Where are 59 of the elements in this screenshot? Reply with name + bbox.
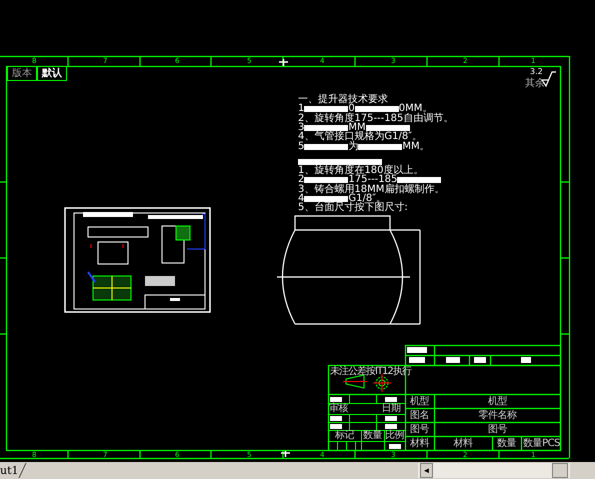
redaction-block xyxy=(521,357,531,363)
redaction-block xyxy=(366,124,410,131)
layout-tab[interactable]: 默认 xyxy=(37,67,67,81)
center-mark-icon xyxy=(279,59,288,66)
note-text: 3、铸合螺用18MM扁扣螺制作。 xyxy=(298,184,444,195)
redaction-block xyxy=(304,106,348,112)
note-text: 4 xyxy=(298,194,304,204)
note-text: 5 xyxy=(298,142,304,152)
note-text: 2 xyxy=(298,175,304,186)
redaction-block xyxy=(358,144,402,150)
scroll-left-button[interactable]: ◄ xyxy=(420,463,433,478)
title-block-label: 审核 xyxy=(328,404,349,414)
layout-tab[interactable]: ut1 xyxy=(0,464,19,477)
title-block-cell: 数量PCS xyxy=(522,437,561,450)
redaction-block xyxy=(397,177,442,184)
title-block-cell-text: 零件名称 xyxy=(478,409,518,422)
layout-tab[interactable]: 版本 xyxy=(7,67,37,81)
title-block-cell-text: 机型 xyxy=(487,395,508,408)
title-block-cell-text: 图号 xyxy=(487,423,508,436)
redaction-block xyxy=(304,196,348,202)
circle-projection-icon xyxy=(372,374,392,392)
redaction-block xyxy=(389,444,401,449)
title-block-label: 日期 xyxy=(380,404,402,414)
redaction-block xyxy=(304,177,348,184)
redaction-block xyxy=(330,397,342,402)
scroll-thumb[interactable] xyxy=(552,463,568,478)
title-block-label: 比例 xyxy=(384,431,405,441)
redaction-block xyxy=(474,357,486,363)
redaction-block xyxy=(304,124,348,131)
redaction-block xyxy=(330,424,342,429)
title-block-cell-text: 机型 xyxy=(409,395,430,408)
title-block-cell-text: 材料 xyxy=(409,437,430,450)
note-text: 为 xyxy=(348,142,358,152)
note-text: 2、旋转角度175---185自由调节。 xyxy=(298,114,454,124)
note-text: 一、提升器技术要求 xyxy=(298,95,388,105)
title-block-label: 标记 xyxy=(334,431,355,441)
redaction-block xyxy=(446,357,460,363)
roughness-label: 其余 xyxy=(525,79,545,89)
redaction-block xyxy=(409,357,425,363)
redaction-block xyxy=(407,347,427,353)
title-block-cell-text: 图名 xyxy=(409,409,430,422)
redaction-block xyxy=(354,106,399,112)
redaction-block xyxy=(385,424,397,429)
title-block-label: 数量 xyxy=(362,431,383,441)
redaction-block xyxy=(385,416,397,421)
cone-projection-icon xyxy=(342,374,368,389)
title-block-cell-text: 数量 xyxy=(496,437,517,450)
center-mark-icon xyxy=(281,451,290,457)
horizontal-scrollbar[interactable]: ◄ xyxy=(418,463,570,478)
note-text: 1 xyxy=(298,104,304,114)
redaction-block xyxy=(385,397,397,402)
redaction-block xyxy=(304,144,348,150)
note-text: 3 xyxy=(298,122,304,133)
note-text: MM。 xyxy=(402,142,430,152)
note-text: 5、台面尺寸按下图尺寸: xyxy=(298,203,408,214)
roughness-value: 3.2 xyxy=(530,68,543,76)
title-block-cell-text: 材料 xyxy=(452,437,474,450)
title-block-cell-text: 图号 xyxy=(409,423,430,436)
redaction-block xyxy=(330,416,342,421)
